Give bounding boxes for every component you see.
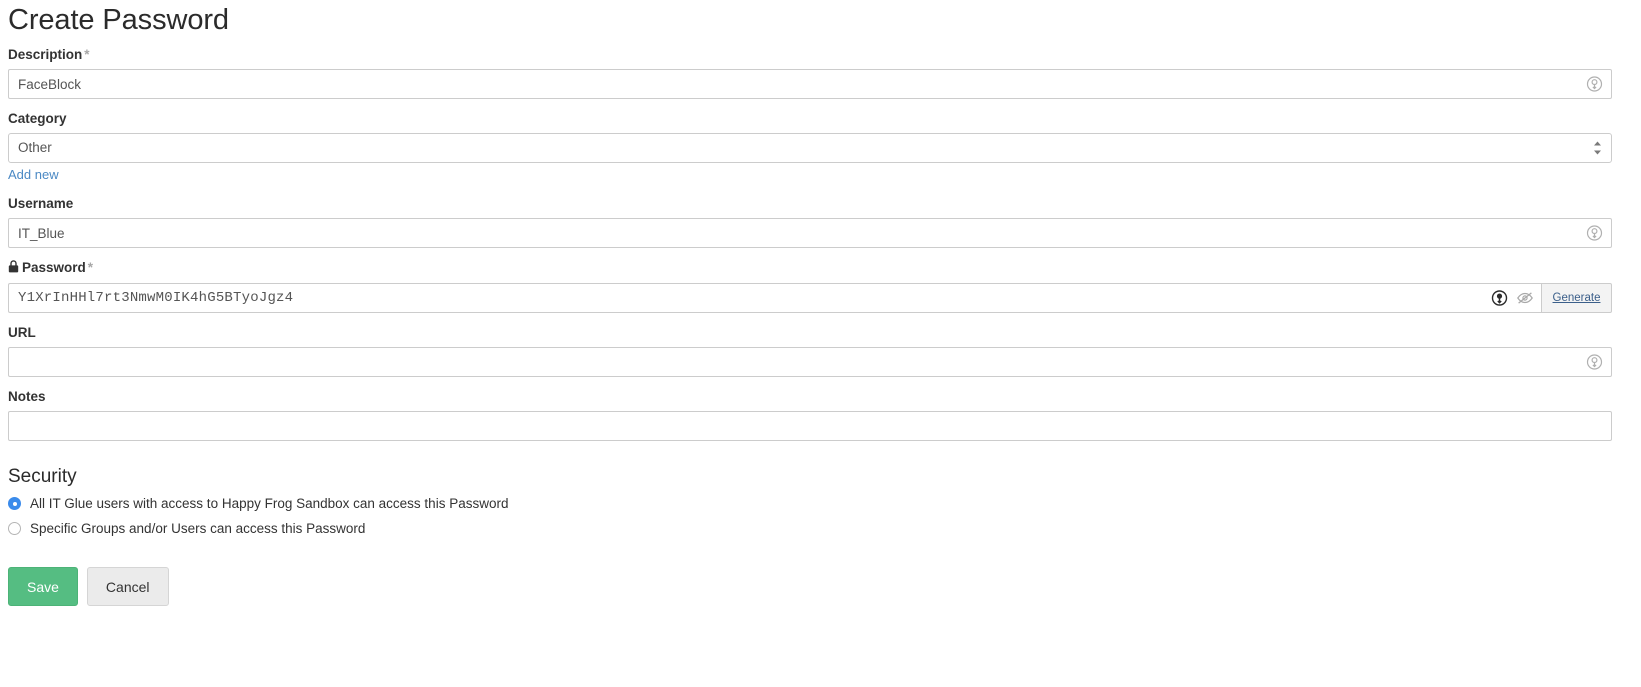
notes-input[interactable] [8, 411, 1612, 441]
username-field-group: Username [8, 196, 1633, 248]
url-input[interactable] [8, 347, 1612, 377]
notes-label: Notes [8, 389, 46, 404]
password-label: Password * [8, 260, 1633, 277]
copy-circle-icon[interactable] [1586, 225, 1603, 242]
save-button[interactable]: Save [8, 567, 78, 606]
url-label: URL [8, 325, 36, 340]
required-asterisk: * [87, 260, 94, 275]
create-password-form: Create Password Description* Category Ot… [0, 0, 1641, 606]
description-label: Description * [8, 47, 1633, 63]
notes-input-wrap [8, 411, 1612, 441]
add-new-category-link[interactable]: Add new [8, 167, 59, 182]
username-input[interactable] [8, 218, 1612, 248]
username-input-wrap [8, 218, 1612, 248]
required-asterisk: * [84, 47, 90, 62]
category-field-group: Category Other Add new [8, 111, 1633, 184]
password-icon-group [1491, 290, 1533, 307]
description-label-text: Description [8, 47, 83, 62]
url-input-wrap [8, 347, 1612, 377]
password-input[interactable] [8, 283, 1541, 313]
category-select-wrap: Other [8, 133, 1612, 163]
category-selected-value: Other [18, 140, 52, 155]
username-label: Username [8, 196, 74, 211]
security-section: Security All IT Glue users with access t… [8, 467, 1633, 537]
radio-specific-groups-label[interactable]: Specific Groups and/or Users can access … [30, 520, 365, 537]
lock-icon [8, 260, 19, 277]
category-label: Category [8, 111, 67, 126]
select-spinner-icon[interactable] [1593, 140, 1602, 157]
cancel-button[interactable]: Cancel [86, 567, 169, 606]
radio-all-users-label[interactable]: All IT Glue users with access to Happy F… [30, 495, 508, 512]
url-field-group: URL [8, 325, 1633, 377]
password-row: Generate [8, 283, 1612, 313]
description-input[interactable] [8, 69, 1612, 99]
password-label-text: Password [22, 260, 86, 275]
copy-circle-icon[interactable] [1491, 290, 1508, 307]
form-action-buttons: Save Cancel [8, 567, 1633, 606]
description-input-wrap [8, 69, 1612, 99]
category-select[interactable]: Other [8, 133, 1612, 163]
security-heading: Security [8, 466, 77, 487]
generate-password-button[interactable]: Generate [1541, 283, 1612, 313]
password-input-wrap [8, 283, 1541, 313]
security-option-specific-groups[interactable]: Specific Groups and/or Users can access … [8, 520, 1633, 537]
password-field-group: Password * Y1XrInHHl7rt3NmwM0IK4hG5BTyoJ… [8, 260, 1633, 313]
copy-circle-icon[interactable] [1586, 354, 1603, 371]
notes-field-group: Notes [8, 389, 1633, 441]
page-title: Create Password [8, 4, 229, 36]
eye-slash-icon[interactable] [1516, 290, 1533, 307]
radio-all-users[interactable] [8, 497, 21, 510]
description-field-group: Description * [8, 47, 1633, 99]
copy-circle-icon[interactable] [1586, 76, 1603, 93]
radio-specific-groups[interactable] [8, 522, 21, 535]
security-option-all-users[interactable]: All IT Glue users with access to Happy F… [8, 495, 1633, 512]
